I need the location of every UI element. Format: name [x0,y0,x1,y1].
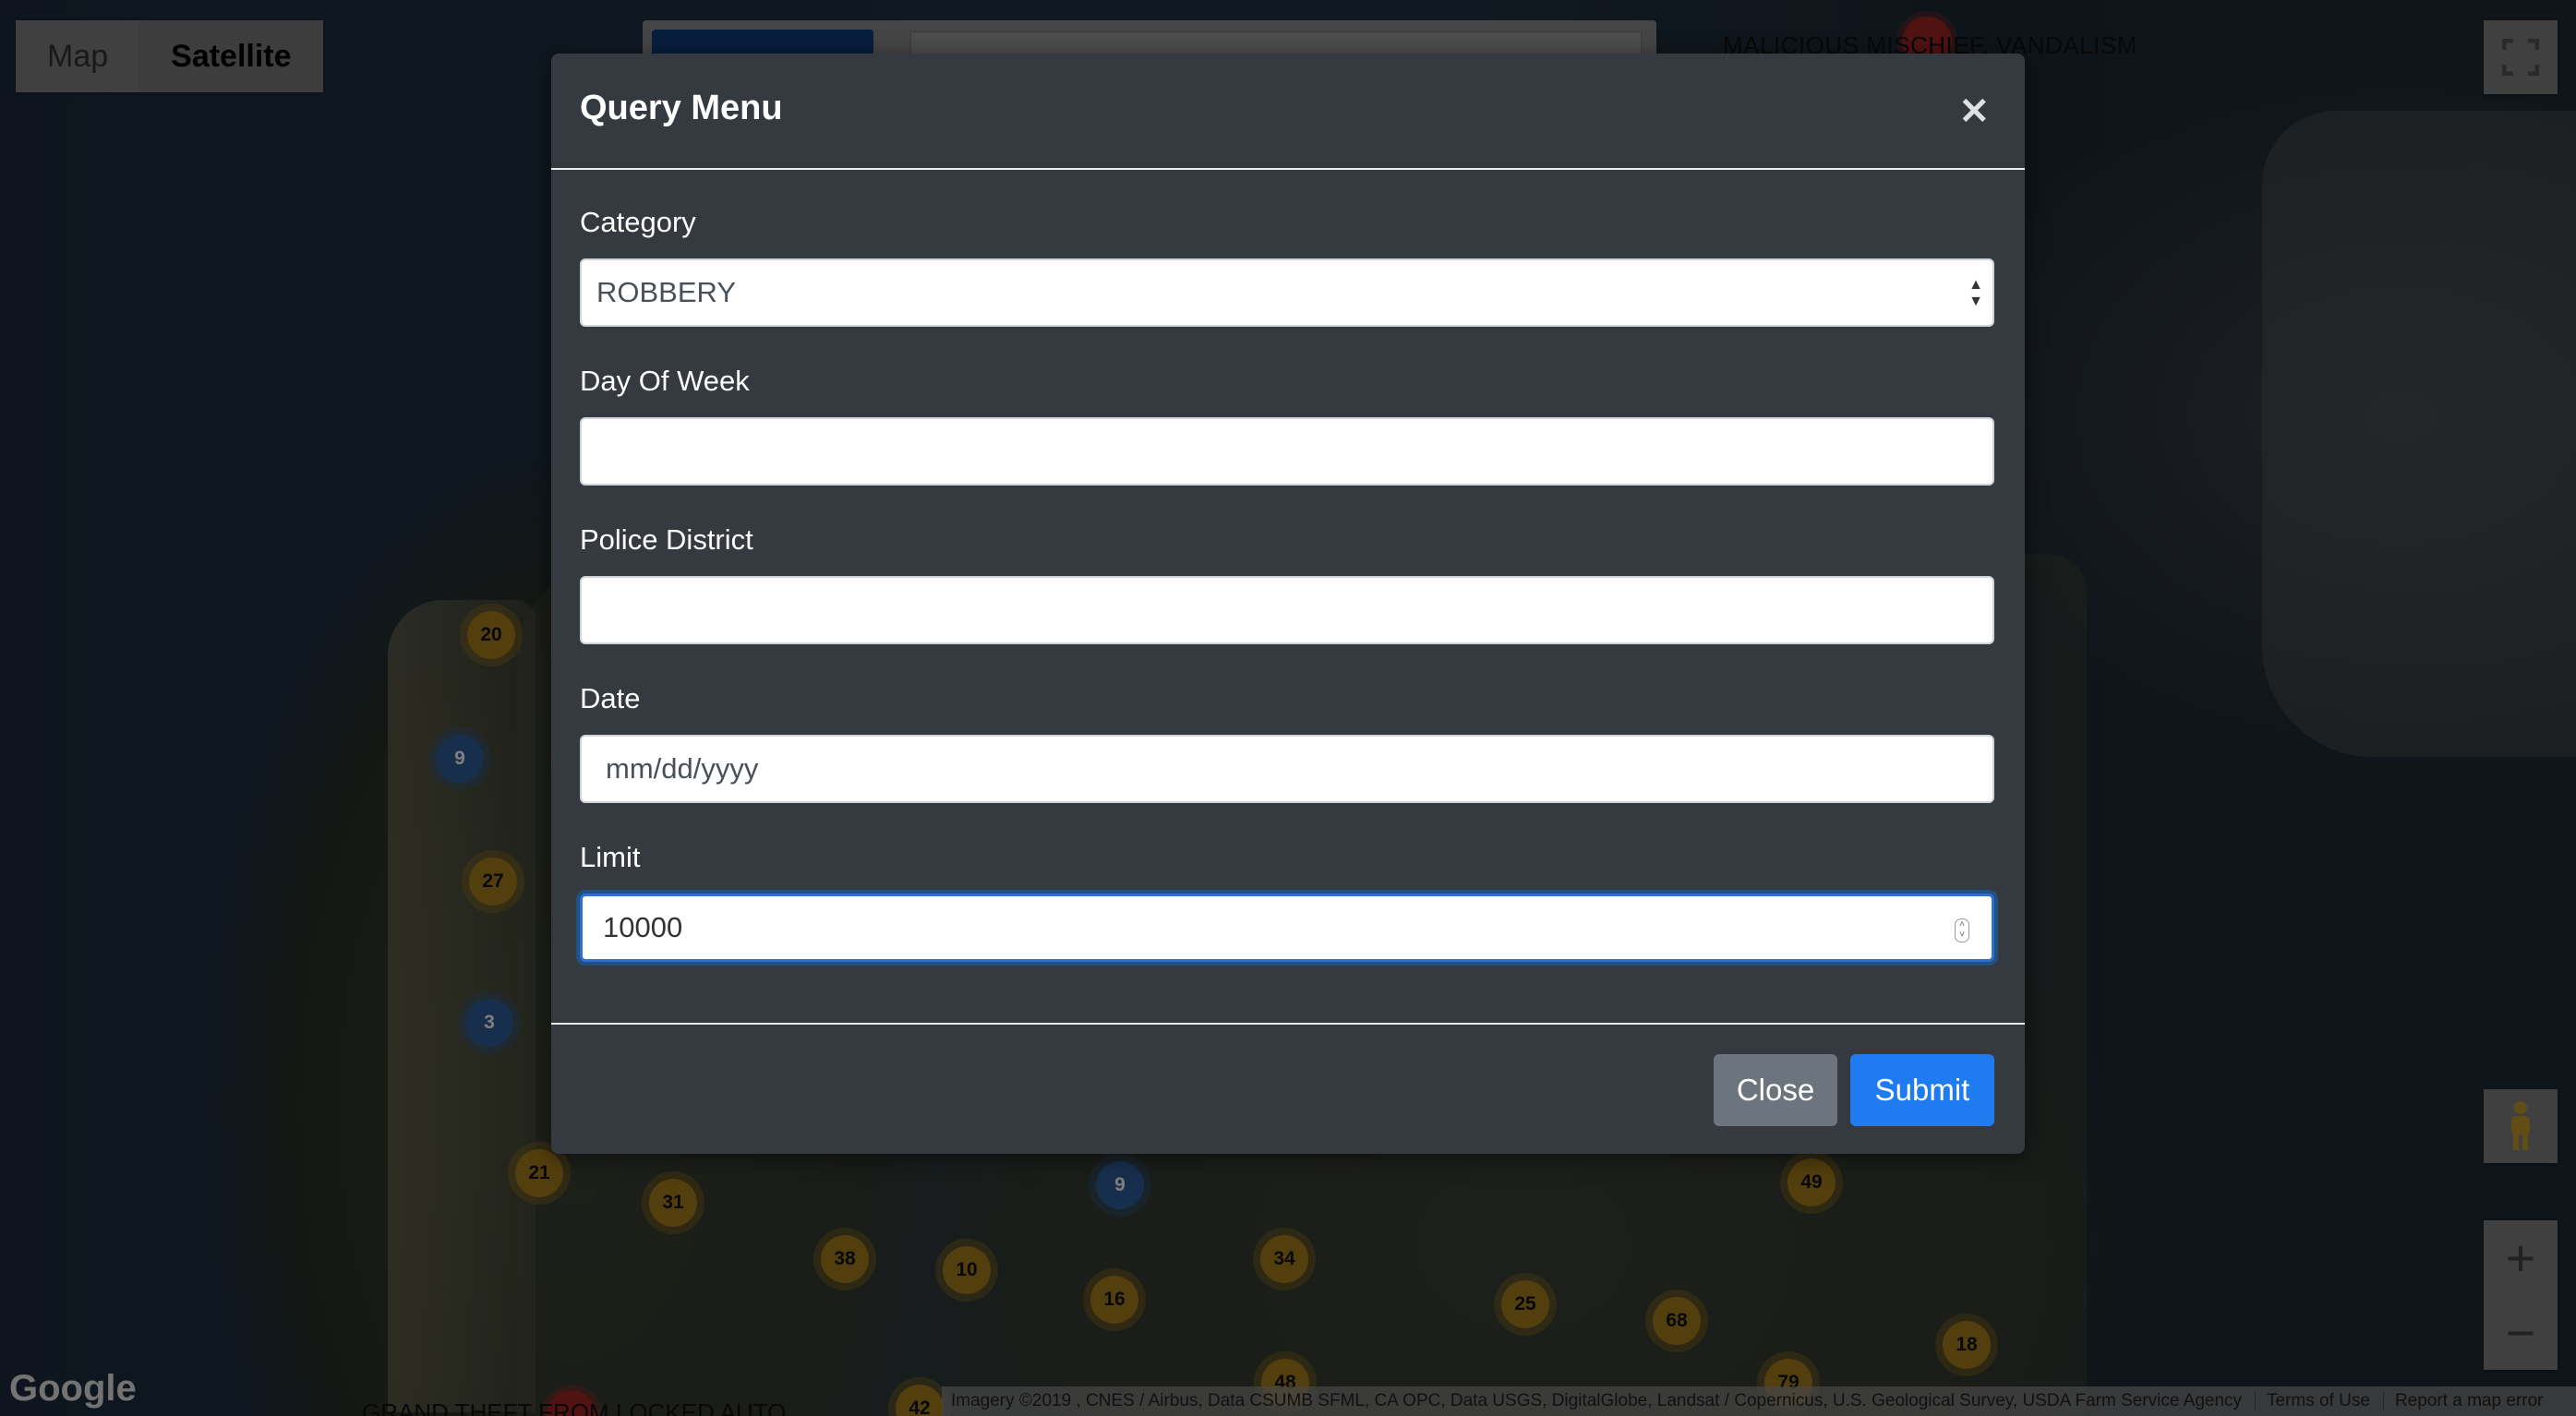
limit-label: Limit [580,841,641,873]
category-value: ROBBERY [596,276,737,308]
day-of-week-input[interactable] [580,417,1994,486]
date-input[interactable]: mm/dd/yyyy [580,735,1994,803]
select-arrows-icon: ▲ ▼ [1968,277,1983,309]
police-district-label: Police District [580,523,753,556]
category-select[interactable]: ROBBERY ▲ ▼ [580,258,1994,327]
close-icon[interactable]: ✕ [1958,90,1990,133]
police-district-input[interactable] [580,576,1994,644]
modal-title: Query Menu [580,89,783,127]
number-spinner-icon[interactable]: ˄ ˅ [1955,918,1969,942]
modal-header: Query Menu ✕ [551,54,2025,170]
limit-value: 10000 [603,911,683,943]
modal-footer-divider [551,1023,2025,1025]
query-menu-modal: Query Menu ✕ Category ROBBERY ▲ ▼ Day Of … [551,54,2025,1154]
day-of-week-label: Day Of Week [580,365,750,397]
submit-button[interactable]: Submit [1850,1054,1994,1126]
category-label: Category [580,206,696,238]
date-placeholder: mm/dd/yyyy [606,752,759,785]
close-button[interactable]: Close [1714,1054,1837,1126]
date-label: Date [580,682,641,714]
limit-input[interactable]: 10000 ˄ ˅ [580,894,1994,962]
